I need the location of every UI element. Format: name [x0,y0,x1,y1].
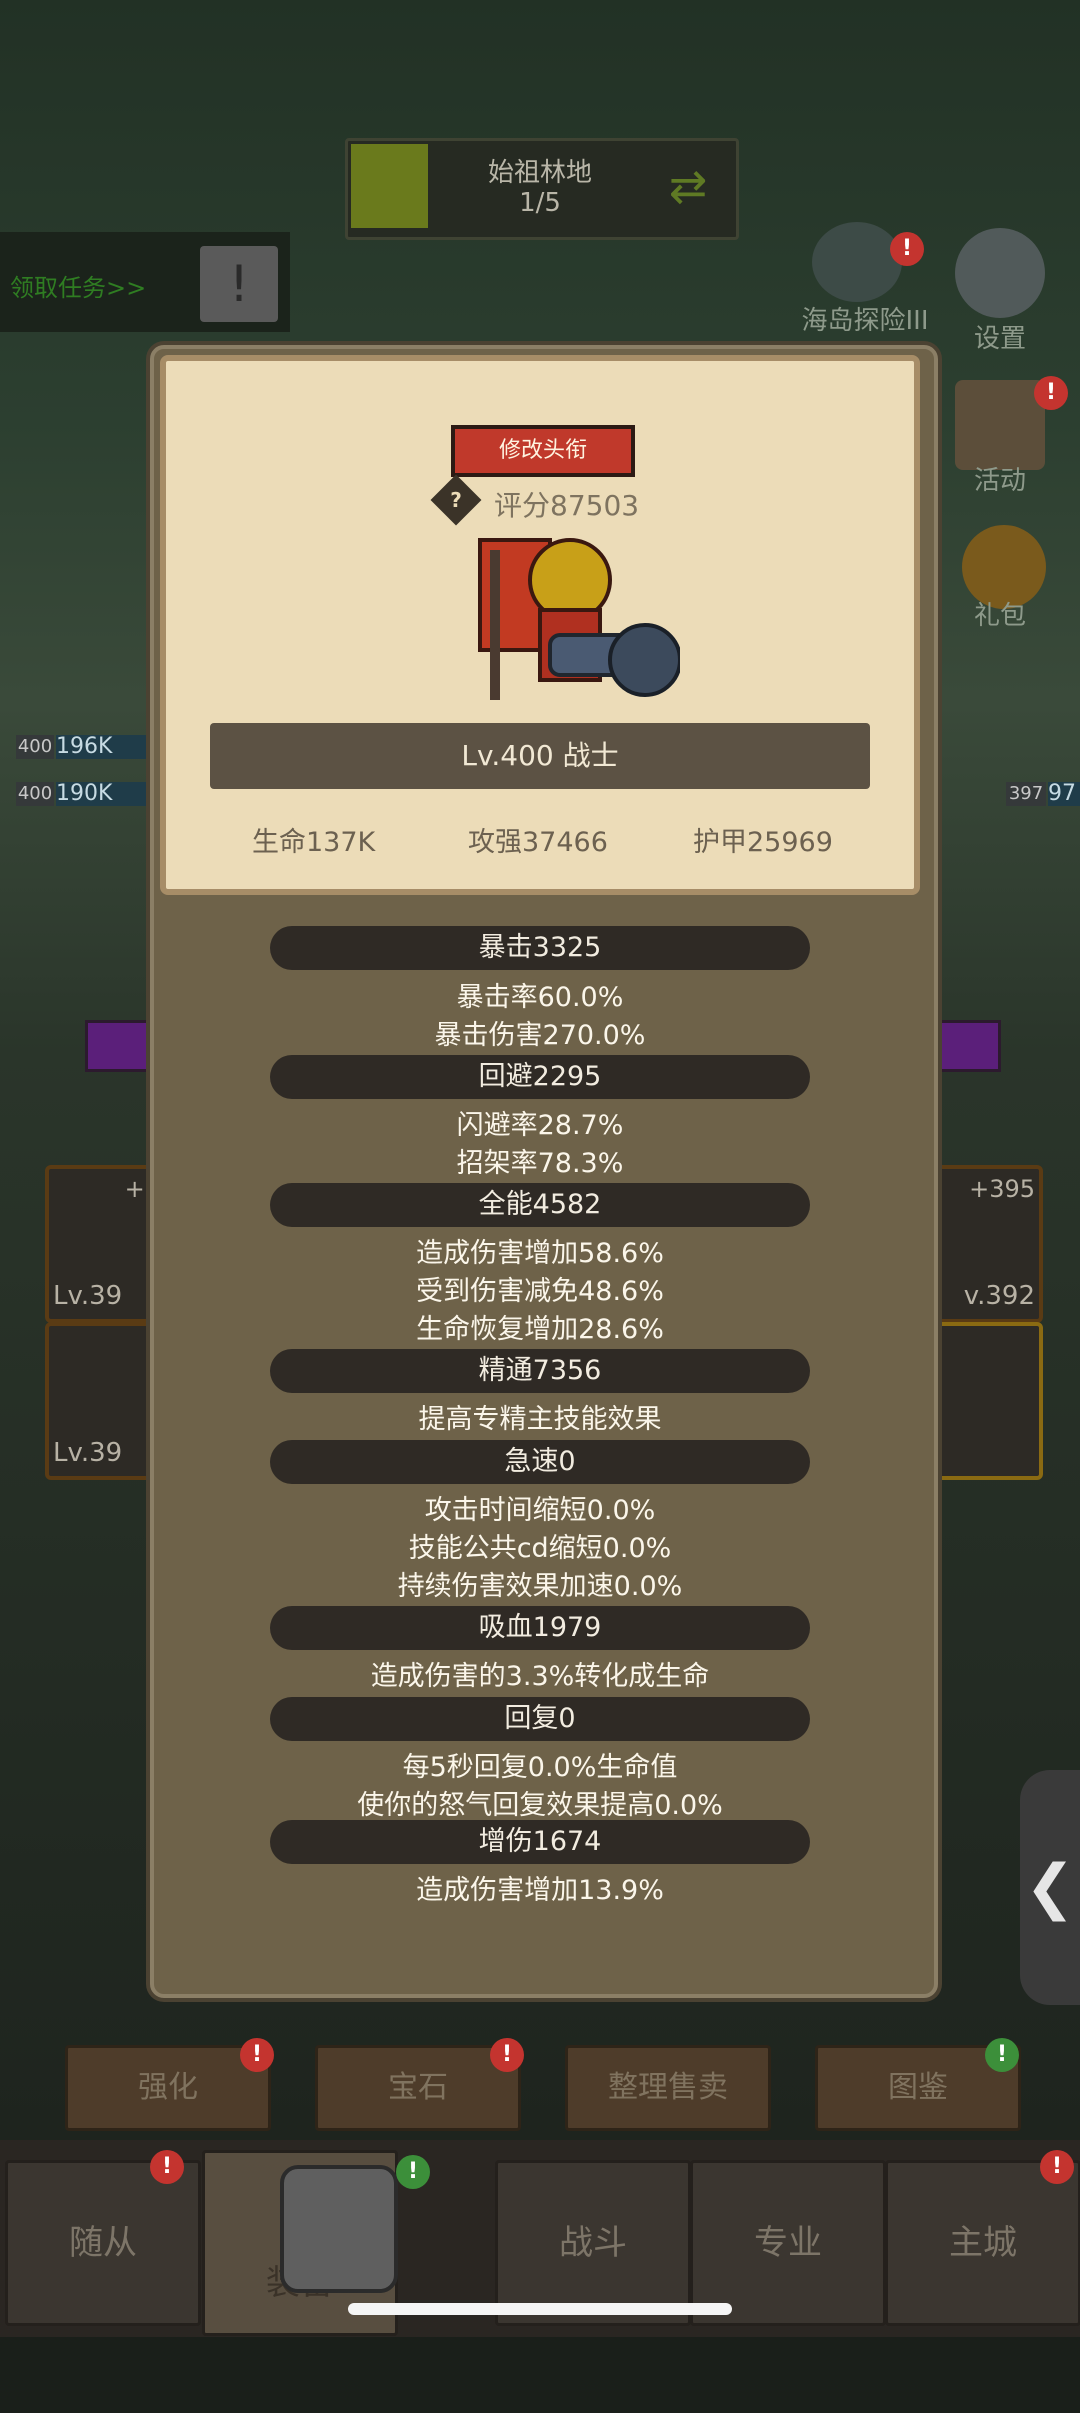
armor-icon [280,2165,398,2293]
stat-line: 生命恢复增加28.6% [416,1314,664,1345]
stat-header-mastery: 精通7356 [270,1349,810,1393]
island-adventure-label[interactable]: 海岛探险III [780,300,950,337]
stat-line: 招架率78.3% [456,1148,624,1179]
stat-line: 暴击率60.0% [456,982,624,1013]
quest-alert-icon[interactable]: ! [200,246,278,322]
equip-slot-locked[interactable] [925,1322,1043,1480]
settings-label[interactable]: 设置 [950,318,1050,355]
change-title-button[interactable]: 修改头衔 [451,425,635,477]
unit-level: 400 [16,735,54,759]
tab-profession[interactable]: 专业 [690,2160,886,2326]
quest-label[interactable]: 领取任务>> [10,268,146,303]
enemy-hp-value: 97 [1048,782,1080,806]
stat-line: 造成伤害的3.3%转化成生命 [370,1661,710,1692]
stat-line: 提高专精主技能效果 [418,1404,662,1435]
island-badge: ! [890,232,924,266]
equip-level: Lv.39 [53,1438,123,1468]
stat-line: 受到伤害减免48.6% [416,1276,664,1307]
stat-header-versatility: 全能4582 [270,1183,810,1227]
stat-line: 技能公共cd缩短0.0% [408,1533,672,1564]
equip-level: v.392 [963,1281,1035,1311]
stat-line: 暴击伤害270.0% [434,1020,646,1051]
equip-plus: +395 [969,1175,1035,1203]
tab-battle[interactable]: 战斗 [495,2160,691,2326]
unit-level: 400 [16,782,54,806]
unit-hp-value: 190K [56,782,156,806]
enemy-level: 397 [1006,782,1046,806]
sort-sell-button[interactable]: 整理售卖 [565,2045,771,2131]
equip-level: Lv.39 [53,1281,123,1311]
enhance-badge: ! [240,2038,274,2072]
stat-line: 造成伤害增加58.6% [416,1238,664,1269]
location-progress-fill [351,144,428,228]
stat-header-haste: 急速0 [270,1440,810,1484]
tab-followers[interactable]: 随从 [5,2160,201,2326]
location-progress-text: 1/5 [519,188,561,218]
stat-line: 闪避率28.7% [456,1110,624,1141]
switch-arrows-icon[interactable]: ⇄ [660,158,716,214]
activity-icon[interactable] [955,380,1045,470]
tab-main-city[interactable]: 主城 [885,2160,1080,2326]
tab-equipment-badge: ! [396,2155,430,2189]
gift-pack-label[interactable]: 礼包 [950,595,1050,632]
location-title: 始祖林地 [487,158,592,188]
tab-followers-badge: ! [150,2150,184,2184]
stat-line: 使你的怒气回复效果提高0.0% [357,1790,723,1821]
stat-header-lifesteal: 吸血1979 [270,1606,810,1650]
gem-badge: ! [490,2038,524,2072]
side-drawer-handle[interactable]: ❮ [1020,1770,1080,2005]
activity-label[interactable]: 活动 [950,460,1050,497]
island-adventure-icon[interactable] [812,222,902,302]
unit-hp-value: 196K [56,735,156,759]
home-indicator[interactable] [348,2303,732,2315]
gear-icon[interactable] [955,228,1045,318]
tab-main-city-badge: ! [1040,2150,1074,2184]
stat-header-crit: 暴击3325 [270,926,810,970]
stat-line: 每5秒回复0.0%生命值 [402,1752,678,1783]
stat-line: 造成伤害增加13.9% [416,1875,664,1906]
activity-badge: ! [1034,376,1068,410]
stat-header-regen: 回复0 [270,1697,810,1741]
equip-slot-weapon[interactable]: +395 v.392 [925,1165,1043,1323]
stat-attack: 攻强37466 [468,827,608,858]
stat-line: 攻击时间缩短0.0% [424,1495,656,1526]
collection-badge: ! [985,2038,1019,2072]
stat-line: 持续伤害效果加速0.0% [397,1571,683,1602]
stat-header-dmg-bonus: 增伤1674 [270,1820,810,1864]
stat-armor: 护甲25969 [693,827,833,858]
warrior-avatar [478,538,680,700]
stat-hp: 生命137K [252,827,376,858]
level-class-bar: Lv.400 战士 [210,723,870,789]
stat-header-avoid: 回避2295 [270,1055,810,1099]
